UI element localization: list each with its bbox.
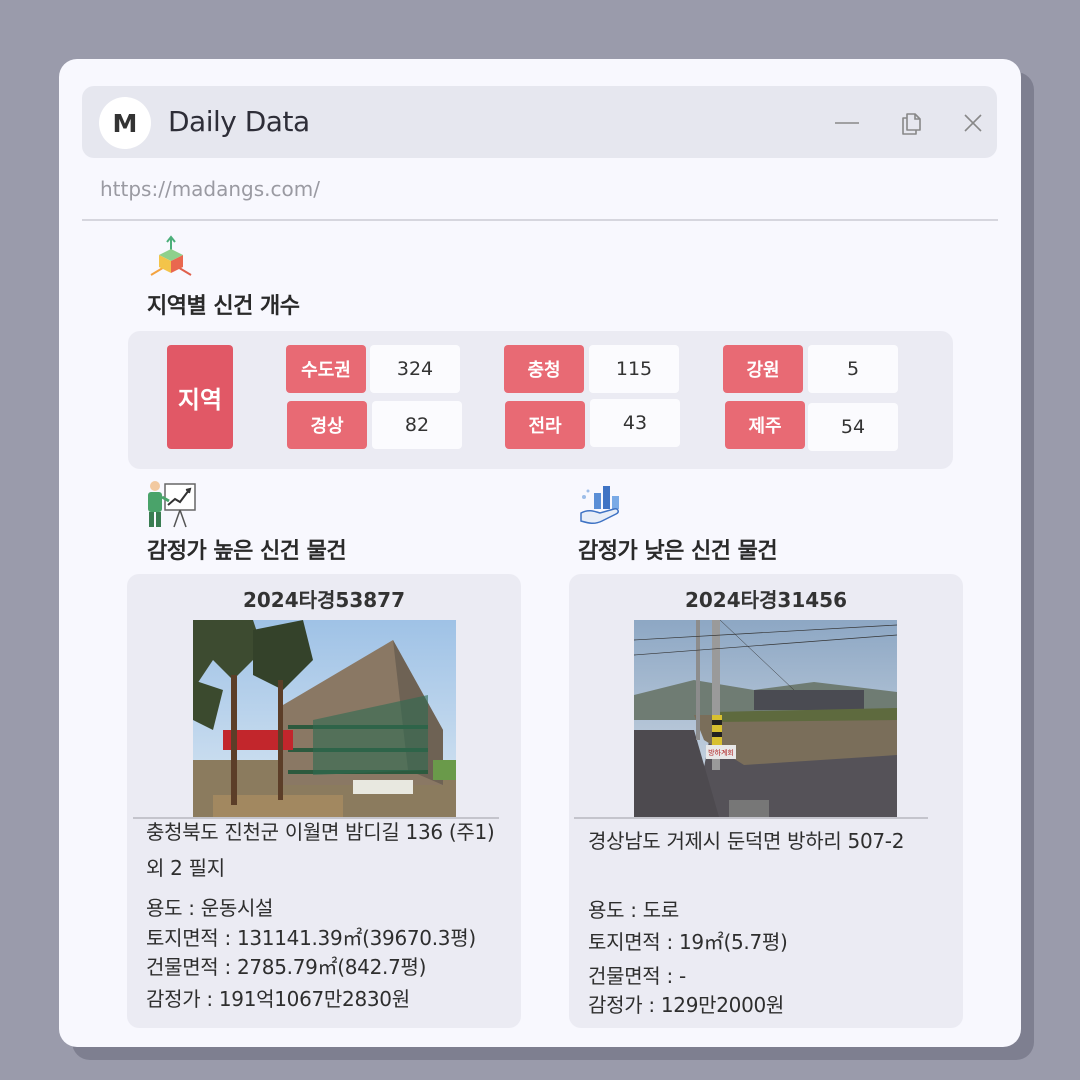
minimize-icon[interactable] bbox=[832, 108, 862, 138]
title-bar: M Daily Data bbox=[82, 86, 997, 158]
region-chip-jeolla: 전라 bbox=[505, 401, 585, 449]
region-count-jeju: 54 bbox=[808, 403, 898, 451]
property-usage: 용도 : 도로 bbox=[588, 898, 679, 922]
appraisal-price: 감정가 : 191억1067만2830원 bbox=[146, 987, 410, 1011]
region-label: 지역 bbox=[167, 345, 233, 449]
high-section-title: 감정가 높은 신건 물건 bbox=[147, 539, 347, 564]
presentation-chart-icon bbox=[148, 481, 196, 528]
property-photo: 방하계회 bbox=[634, 620, 897, 817]
hand-bar-chart-icon bbox=[580, 486, 619, 525]
land-area: 토지면적 : 131141.39㎡(39670.3평) bbox=[146, 926, 476, 950]
case-number: 2024타경31456 bbox=[684, 588, 848, 612]
low-section-title: 감정가 낮은 신건 물건 bbox=[578, 539, 778, 564]
url-divider bbox=[82, 219, 998, 221]
region-section-title: 지역별 신건 개수 bbox=[147, 294, 300, 319]
avatar: M bbox=[99, 97, 151, 149]
region-count-gangwon: 5 bbox=[808, 345, 898, 393]
region-count-gyeongsang: 82 bbox=[372, 401, 462, 449]
building-area: 건물면적 : - bbox=[588, 964, 686, 988]
region-chip-chungcheong: 충청 bbox=[504, 345, 584, 393]
close-icon[interactable] bbox=[958, 108, 988, 138]
window-title: Daily Data bbox=[168, 105, 310, 138]
region-chip-gangwon: 강원 bbox=[723, 345, 803, 393]
region-chip-gyeongsang: 경상 bbox=[287, 401, 367, 449]
region-count-chungcheong: 115 bbox=[589, 345, 679, 393]
region-count-capital: 324 bbox=[370, 345, 460, 393]
property-usage: 용도 : 운동시설 bbox=[146, 896, 274, 920]
case-number: 2024타경53877 bbox=[242, 588, 406, 612]
sign-text: 방하계회 bbox=[708, 748, 734, 757]
property-photo bbox=[193, 620, 456, 817]
copy-icon[interactable] bbox=[896, 108, 926, 138]
region-count-jeolla: 43 bbox=[590, 399, 680, 447]
land-area: 토지면적 : 19㎡(5.7평) bbox=[588, 930, 788, 954]
building-area: 건물면적 : 2785.79㎡(842.7평) bbox=[146, 955, 427, 979]
appraisal-price: 감정가 : 129만2000원 bbox=[588, 993, 785, 1017]
low-property-card[interactable]: 2024타경31456 방하계회 경상남도 거제시 둔덕면 방하리 507-2 … bbox=[569, 574, 963, 1028]
high-property-card[interactable]: 2024타경53877 충청북도 진천군 이월면 밤디길 136 (주1) 외 … bbox=[127, 574, 521, 1028]
region-chip-jeju: 제주 bbox=[725, 401, 805, 449]
app-window: M Daily Data https://madangs.com/ 지역별 신건… bbox=[59, 59, 1021, 1047]
region-chip-capital: 수도권 bbox=[286, 345, 366, 393]
url-text[interactable]: https://madangs.com/ bbox=[100, 177, 320, 201]
region-count-card: 지역 수도권 324 충청 115 강원 5 경상 82 전라 43 제주 54 bbox=[128, 331, 953, 469]
3d-axes-icon bbox=[150, 235, 192, 276]
property-address: 경상남도 거제시 둔덕면 방하리 507-2 bbox=[588, 829, 905, 853]
photo-divider bbox=[574, 817, 928, 819]
property-address: 충청북도 진천군 이월면 밤디길 136 (주1) 외 2 필지 bbox=[146, 820, 495, 880]
